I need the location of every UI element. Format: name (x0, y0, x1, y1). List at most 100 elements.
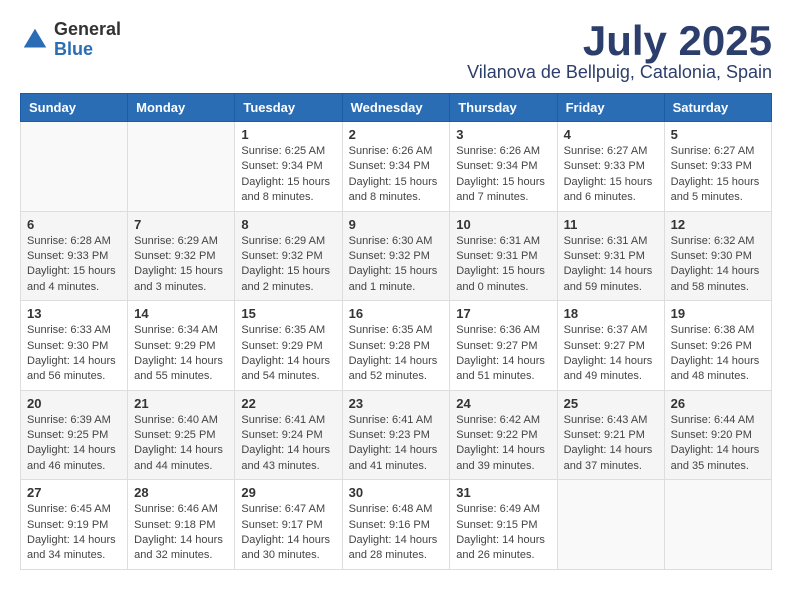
table-row: 1 Sunrise: 6:25 AM Sunset: 9:34 PM Daylig… (235, 122, 342, 212)
table-row: 15 Sunrise: 6:35 AM Sunset: 9:29 PM Dayli… (235, 301, 342, 391)
day-number: 18 (564, 306, 658, 321)
day-number: 21 (134, 396, 228, 411)
col-monday: Monday (128, 94, 235, 122)
day-info: Sunrise: 6:45 AM Sunset: 9:19 PM Dayligh… (27, 502, 121, 564)
table-row: 26Sunrise: 6:44 AM Sunset: 9:20 PM Dayli… (664, 390, 771, 480)
day-number: 25 (564, 396, 658, 411)
col-sunday: Sunday (21, 94, 128, 122)
table-row: 3 Sunrise: 6:26 AM Sunset: 9:34 PM Daylig… (450, 122, 557, 212)
col-wednesday: Wednesday (342, 94, 450, 122)
day-info: Sunrise: 6:26 AM Sunset: 9:34 PM Dayligh… (456, 144, 550, 206)
day-info: Sunrise: 6:35 AM Sunset: 9:28 PM Dayligh… (349, 323, 444, 385)
day-info: Sunrise: 6:40 AM Sunset: 9:25 PM Dayligh… (134, 413, 228, 475)
day-info: Sunrise: 6:37 AM Sunset: 9:27 PM Dayligh… (564, 323, 658, 385)
day-info: Sunrise: 6:25 AM Sunset: 9:34 PM Dayligh… (241, 144, 335, 206)
calendar-week-row: 20 Sunrise: 6:39 AM Sunset: 9:25 PM Dayli… (21, 390, 772, 480)
calendar-week-row: 1 Sunrise: 6:25 AM Sunset: 9:34 PM Daylig… (21, 122, 772, 212)
day-info: Sunrise: 6:26 AM Sunset: 9:34 PM Dayligh… (349, 144, 444, 206)
day-number: 17 (456, 306, 550, 321)
day-number: 22 (241, 396, 335, 411)
day-info: Sunrise: 6:35 AM Sunset: 9:29 PM Dayligh… (241, 323, 335, 385)
day-number: 3 (456, 127, 550, 142)
table-row: 9 Sunrise: 6:30 AM Sunset: 9:32 PM Daylig… (342, 211, 450, 301)
logo-general: General (54, 20, 121, 40)
day-number: 12 (671, 217, 765, 232)
month-title: July 2025 (467, 20, 772, 62)
table-row: 30 Sunrise: 6:48 AM Sunset: 9:16 PM Dayli… (342, 480, 450, 570)
day-number: 28 (134, 485, 228, 500)
table-row: 5 Sunrise: 6:27 AM Sunset: 9:33 PM Daylig… (664, 122, 771, 212)
day-number: 27 (27, 485, 121, 500)
day-info: Sunrise: 6:36 AM Sunset: 9:27 PM Dayligh… (456, 323, 550, 385)
title-section: July 2025 Vilanova de Bellpuig, Cataloni… (467, 20, 772, 83)
table-row: 8Sunrise: 6:29 AM Sunset: 9:32 PM Daylig… (235, 211, 342, 301)
day-info: Sunrise: 6:43 AM Sunset: 9:21 PM Dayligh… (564, 413, 658, 475)
day-info: Sunrise: 6:44 AM Sunset: 9:20 PM Dayligh… (671, 413, 765, 475)
table-row: 10 Sunrise: 6:31 AM Sunset: 9:31 PM Dayli… (450, 211, 557, 301)
table-row: 27 Sunrise: 6:45 AM Sunset: 9:19 PM Dayli… (21, 480, 128, 570)
day-number: 1 (241, 127, 335, 142)
day-number: 14 (134, 306, 228, 321)
day-number: 5 (671, 127, 765, 142)
day-info: Sunrise: 6:49 AM Sunset: 9:15 PM Dayligh… (456, 502, 550, 564)
table-row: 16 Sunrise: 6:35 AM Sunset: 9:28 PM Dayli… (342, 301, 450, 391)
location-title: Vilanova de Bellpuig, Catalonia, Spain (467, 62, 772, 83)
day-info: Sunrise: 6:38 AM Sunset: 9:26 PM Dayligh… (671, 323, 765, 385)
day-number: 30 (349, 485, 444, 500)
day-number: 4 (564, 127, 658, 142)
table-row: 2 Sunrise: 6:26 AM Sunset: 9:34 PM Daylig… (342, 122, 450, 212)
table-row: 7 Sunrise: 6:29 AM Sunset: 9:32 PM Daylig… (128, 211, 235, 301)
calendar: Sunday Monday Tuesday Wednesday Thursday… (20, 93, 772, 570)
day-info: Sunrise: 6:47 AM Sunset: 9:17 PM Dayligh… (241, 502, 335, 564)
day-info: Sunrise: 6:48 AM Sunset: 9:16 PM Dayligh… (349, 502, 444, 564)
table-row: 28Sunrise: 6:46 AM Sunset: 9:18 PM Dayli… (128, 480, 235, 570)
day-number: 6 (27, 217, 121, 232)
table-row (21, 122, 128, 212)
day-info: Sunrise: 6:30 AM Sunset: 9:32 PM Dayligh… (349, 234, 444, 296)
table-row: 23Sunrise: 6:41 AM Sunset: 9:23 PM Dayli… (342, 390, 450, 480)
day-number: 19 (671, 306, 765, 321)
day-info: Sunrise: 6:34 AM Sunset: 9:29 PM Dayligh… (134, 323, 228, 385)
table-row: 14 Sunrise: 6:34 AM Sunset: 9:29 PM Dayli… (128, 301, 235, 391)
logo-text: General Blue (54, 20, 121, 60)
day-info: Sunrise: 6:27 AM Sunset: 9:33 PM Dayligh… (564, 144, 658, 206)
col-thursday: Thursday (450, 94, 557, 122)
table-row: 19 Sunrise: 6:38 AM Sunset: 9:26 PM Dayli… (664, 301, 771, 391)
day-info: Sunrise: 6:41 AM Sunset: 9:24 PM Dayligh… (241, 413, 335, 475)
day-info: Sunrise: 6:27 AM Sunset: 9:33 PM Dayligh… (671, 144, 765, 206)
table-row: 17 Sunrise: 6:36 AM Sunset: 9:27 PM Dayli… (450, 301, 557, 391)
calendar-week-row: 13 Sunrise: 6:33 AM Sunset: 9:30 PM Dayli… (21, 301, 772, 391)
day-info: Sunrise: 6:31 AM Sunset: 9:31 PM Dayligh… (456, 234, 550, 296)
calendar-header-row: Sunday Monday Tuesday Wednesday Thursday… (21, 94, 772, 122)
day-number: 2 (349, 127, 444, 142)
table-row: 11Sunrise: 6:31 AM Sunset: 9:31 PM Dayli… (557, 211, 664, 301)
table-row (128, 122, 235, 212)
day-number: 13 (27, 306, 121, 321)
table-row: 12 Sunrise: 6:32 AM Sunset: 9:30 PM Dayli… (664, 211, 771, 301)
day-number: 20 (27, 396, 121, 411)
calendar-week-row: 6Sunrise: 6:28 AM Sunset: 9:33 PM Daylig… (21, 211, 772, 301)
table-row (557, 480, 664, 570)
day-number: 10 (456, 217, 550, 232)
page-header: General Blue July 2025 Vilanova de Bellp… (20, 20, 772, 83)
day-info: Sunrise: 6:39 AM Sunset: 9:25 PM Dayligh… (27, 413, 121, 475)
day-info: Sunrise: 6:32 AM Sunset: 9:30 PM Dayligh… (671, 234, 765, 296)
table-row: 29Sunrise: 6:47 AM Sunset: 9:17 PM Dayli… (235, 480, 342, 570)
day-number: 9 (349, 217, 444, 232)
day-info: Sunrise: 6:41 AM Sunset: 9:23 PM Dayligh… (349, 413, 444, 475)
day-number: 8 (241, 217, 335, 232)
table-row: 4 Sunrise: 6:27 AM Sunset: 9:33 PM Daylig… (557, 122, 664, 212)
day-number: 15 (241, 306, 335, 321)
day-info: Sunrise: 6:33 AM Sunset: 9:30 PM Dayligh… (27, 323, 121, 385)
day-info: Sunrise: 6:42 AM Sunset: 9:22 PM Dayligh… (456, 413, 550, 475)
day-number: 7 (134, 217, 228, 232)
day-info: Sunrise: 6:29 AM Sunset: 9:32 PM Dayligh… (134, 234, 228, 296)
day-number: 16 (349, 306, 444, 321)
day-number: 11 (564, 217, 658, 232)
col-tuesday: Tuesday (235, 94, 342, 122)
day-number: 24 (456, 396, 550, 411)
table-row (664, 480, 771, 570)
table-row: 20 Sunrise: 6:39 AM Sunset: 9:25 PM Dayli… (21, 390, 128, 480)
day-number: 31 (456, 485, 550, 500)
table-row: 13 Sunrise: 6:33 AM Sunset: 9:30 PM Dayli… (21, 301, 128, 391)
